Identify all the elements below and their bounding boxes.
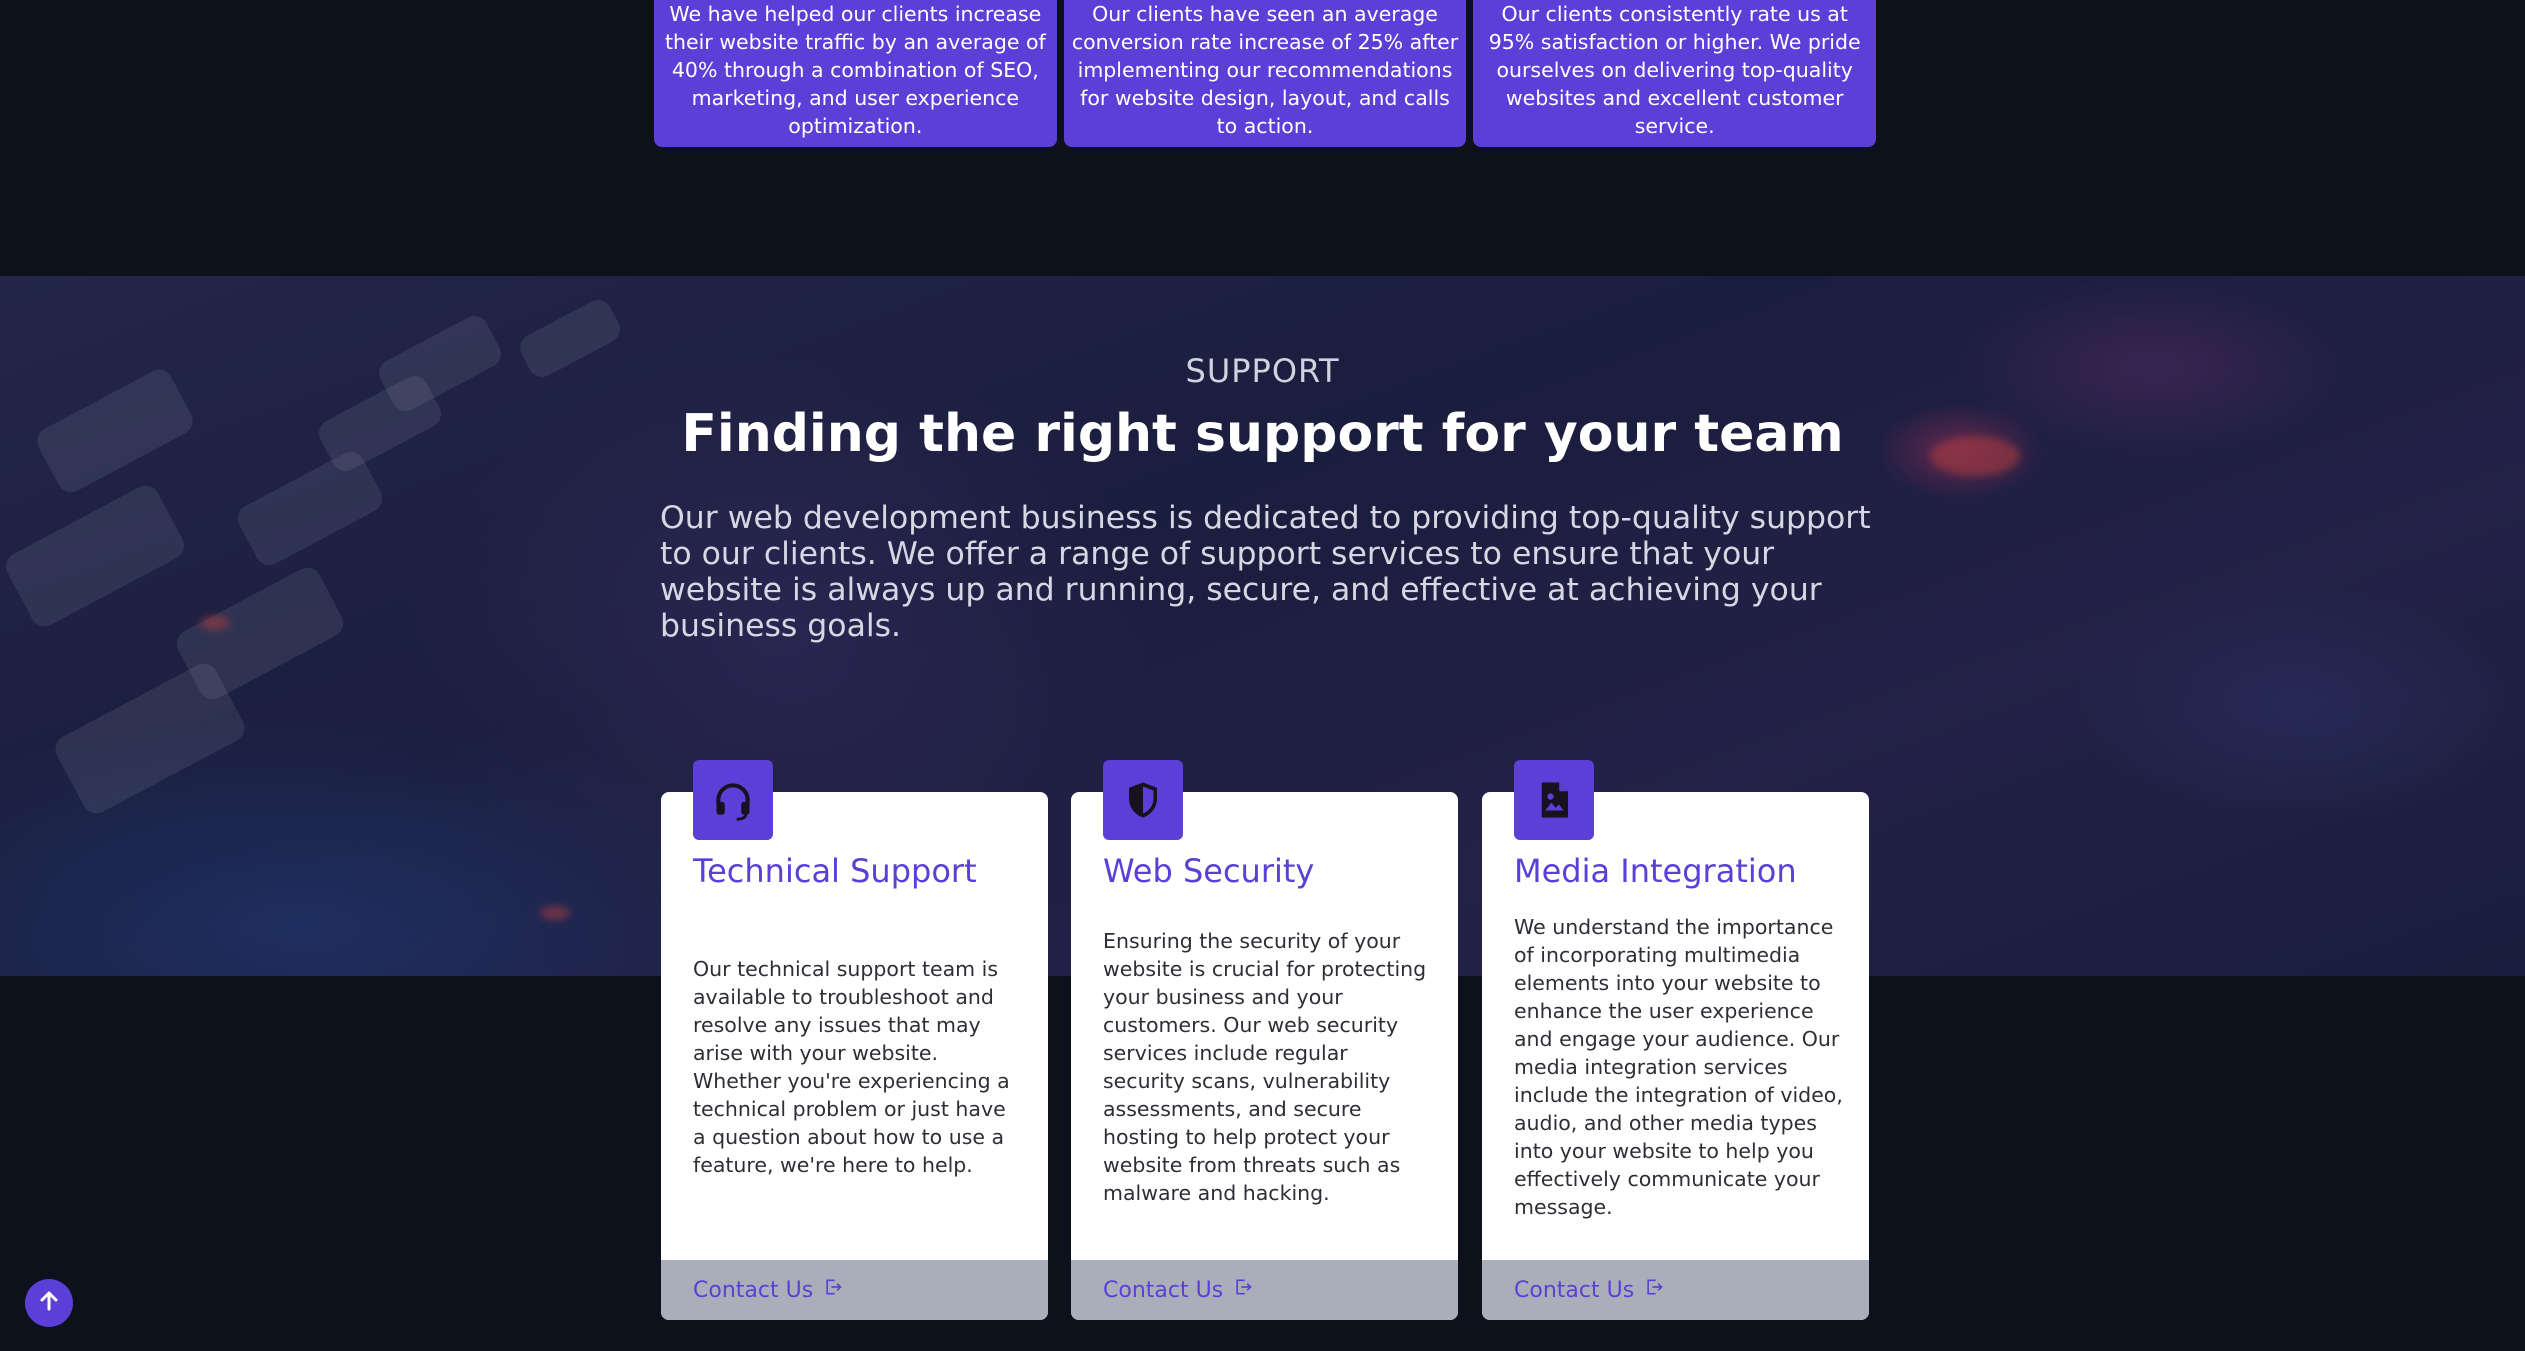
card-body: We understand the importance of incorpor… — [1514, 915, 1843, 1219]
shield-icon — [1103, 760, 1183, 840]
card-footer[interactable]: Contact Us — [1071, 1260, 1458, 1320]
sign-out-icon — [1644, 1277, 1664, 1303]
support-title: Finding the right support for your team — [681, 404, 1844, 464]
image-icon — [1514, 760, 1594, 840]
stat-card-conversion: Our clients have seen an average convers… — [1063, 0, 1467, 147]
card-footer[interactable]: Contact Us — [1482, 1260, 1869, 1320]
card-title: Technical Support — [693, 852, 977, 890]
stat-text: Our clients have seen an average convers… — [1071, 2, 1459, 138]
service-card-media-integration: Media Integration We understand the impo… — [1482, 760, 1869, 1320]
stat-text: We have helped our clients increase thei… — [664, 2, 1046, 138]
contact-us-link[interactable]: Contact Us — [1514, 1277, 1664, 1303]
contact-us-link[interactable]: Contact Us — [1103, 1277, 1253, 1303]
card-body: Our technical support team is available … — [693, 957, 1010, 1177]
card-title: Web Security — [1103, 852, 1315, 890]
support-eyebrow: SUPPORT — [1185, 352, 1340, 390]
stat-card-traffic: We have helped our clients increase thei… — [654, 0, 1057, 147]
contact-us-label: Contact Us — [1514, 1277, 1635, 1303]
arrow-up-icon — [37, 1289, 61, 1317]
stat-text: Our clients consistently rate us at 95% … — [1488, 2, 1861, 138]
service-card-technical-support: Technical Support Our technical support … — [661, 760, 1048, 1320]
service-card-web-security: Web Security Ensuring the security of yo… — [1071, 760, 1458, 1320]
sign-out-icon — [823, 1277, 843, 1303]
contact-us-link[interactable]: Contact Us — [693, 1277, 843, 1303]
card-footer[interactable]: Contact Us — [661, 1260, 1048, 1320]
scroll-to-top-button[interactable] — [25, 1279, 73, 1327]
contact-us-label: Contact Us — [1103, 1277, 1224, 1303]
sign-out-icon — [1233, 1277, 1253, 1303]
stat-card-satisfaction: Our clients consistently rate us at 95% … — [1473, 0, 1877, 147]
contact-us-label: Contact Us — [693, 1277, 814, 1303]
stats-row: We have helped our clients increase thei… — [654, 0, 1877, 147]
card-title: Media Integration — [1514, 852, 1797, 890]
headset-icon — [693, 760, 773, 840]
support-intro: Our web development business is dedicate… — [660, 500, 1871, 644]
card-body: Ensuring the security of your website is… — [1103, 929, 1427, 1205]
